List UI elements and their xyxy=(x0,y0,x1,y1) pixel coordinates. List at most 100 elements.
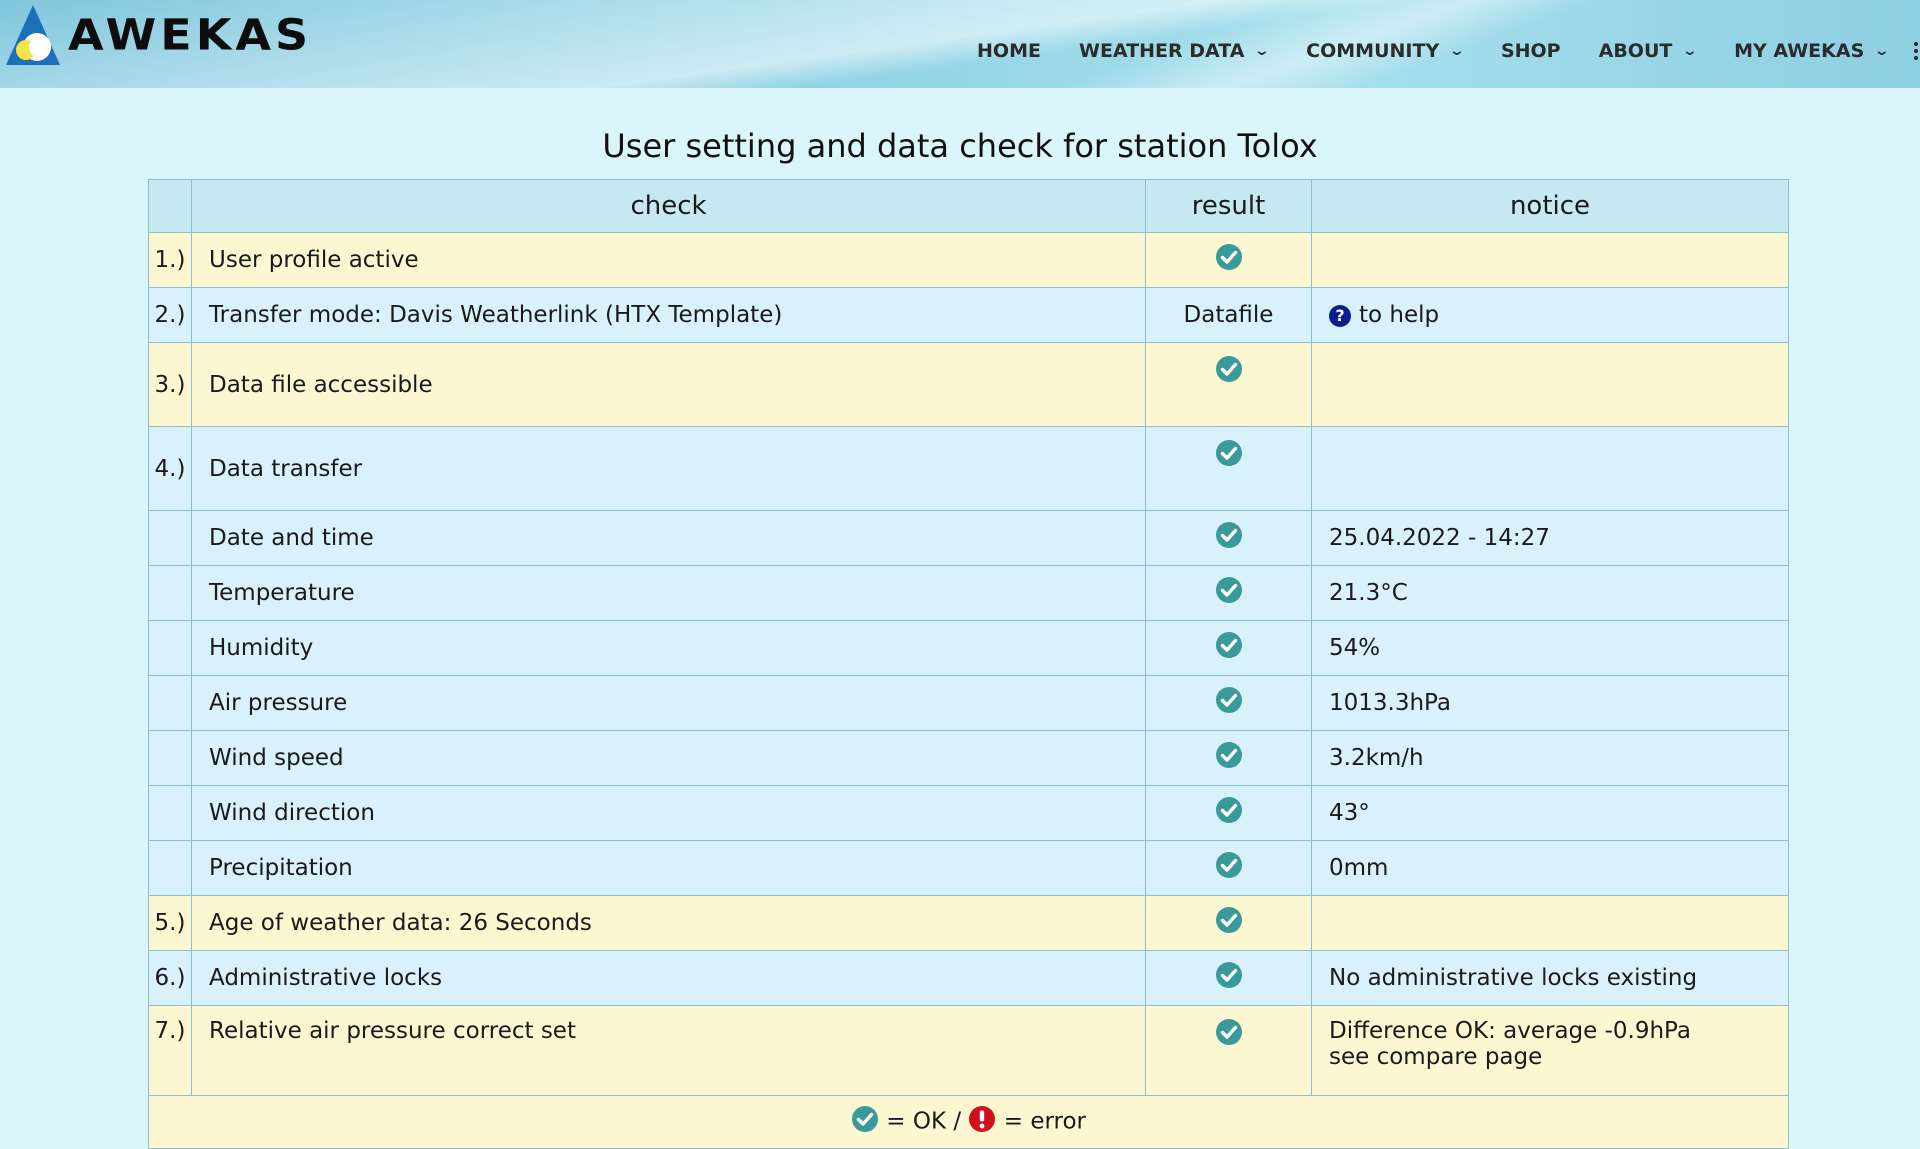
chevron-down-icon: ⌄ xyxy=(1448,43,1466,59)
row-number xyxy=(148,840,192,896)
site-header: AWEKAS HOME WEATHER DATA ⌄ COMMUNITY ⌄ S… xyxy=(0,0,1920,88)
row-number xyxy=(148,785,192,841)
table-row: Precipitation 0mm xyxy=(148,840,1789,896)
row-result xyxy=(1145,426,1312,511)
row-check: Age of weather data: 26 Seconds xyxy=(191,895,1146,951)
row-number: 3.) xyxy=(148,342,192,427)
row-number: 4.) xyxy=(148,426,192,511)
nav-shop[interactable]: SHOP xyxy=(1501,40,1561,62)
row-check: Air pressure xyxy=(191,675,1146,731)
check-ok-icon xyxy=(1215,355,1243,389)
row-result xyxy=(1145,785,1312,841)
help-link[interactable]: to help xyxy=(1359,302,1439,328)
row-notice xyxy=(1311,232,1789,288)
row-number: 2.) xyxy=(148,287,192,343)
header-result: result xyxy=(1145,179,1312,233)
nav-shop-label: SHOP xyxy=(1500,40,1561,62)
compare-page-link[interactable]: see compare page xyxy=(1329,1044,1788,1070)
logo-text: AWEKAS xyxy=(68,10,313,60)
awekas-logo[interactable]: AWEKAS xyxy=(4,0,324,70)
row-number: 6.) xyxy=(148,950,192,1006)
page-title: User setting and data check for station … xyxy=(602,127,1318,165)
row-result xyxy=(1145,620,1312,676)
row-number xyxy=(148,565,192,621)
row-check: Wind direction xyxy=(191,785,1146,841)
check-ok-icon xyxy=(1215,906,1243,940)
row-notice: 25.04.2022 - 14:27 xyxy=(1311,510,1789,566)
row-result xyxy=(1145,342,1312,427)
check-ok-icon xyxy=(1215,851,1243,885)
help-icon[interactable]: ? xyxy=(1329,304,1351,327)
check-ok-icon xyxy=(1215,576,1243,610)
table-row: 5.) Age of weather data: 26 Seconds xyxy=(148,895,1789,951)
row-result xyxy=(1145,1005,1312,1096)
row-number: 5.) xyxy=(148,895,192,951)
nav-my-awekas[interactable]: MY AWEKAS ⌄ xyxy=(1734,40,1891,62)
row-result xyxy=(1145,895,1312,951)
row-notice xyxy=(1311,895,1789,951)
row-check: Wind speed xyxy=(191,730,1146,786)
row-check: Date and time xyxy=(191,510,1146,566)
row-notice: 21.3°C xyxy=(1311,565,1789,621)
check-ok-icon xyxy=(1215,1018,1243,1052)
row-check: Data transfer xyxy=(191,426,1146,511)
nav-community-label: COMMUNITY xyxy=(1306,40,1440,62)
pressure-difference-text: Difference OK: average -0.9hPa xyxy=(1329,1018,1691,1044)
row-notice: Difference OK: average -0.9hPa see compa… xyxy=(1311,1005,1789,1096)
header-check: check xyxy=(191,179,1146,233)
row-number: 1.) xyxy=(148,232,192,288)
row-number xyxy=(148,730,192,786)
row-check: Administrative locks xyxy=(191,950,1146,1006)
check-ok-icon xyxy=(1215,521,1243,555)
row-notice: 3.2km/h xyxy=(1311,730,1789,786)
row-check: Transfer mode: Davis Weatherlink (HTX Te… xyxy=(191,287,1146,343)
main-nav: HOME WEATHER DATA ⌄ COMMUNITY ⌄ SHOP ABO… xyxy=(939,40,1920,62)
station-check-table: check result notice 1.) User profile act… xyxy=(148,179,1789,1149)
table-row: Humidity 54% xyxy=(148,620,1789,676)
row-check: Precipitation xyxy=(191,840,1146,896)
row-notice xyxy=(1311,426,1789,511)
more-menu-icon[interactable] xyxy=(1914,42,1920,60)
nav-about-label: ABOUT xyxy=(1598,40,1673,62)
row-result xyxy=(1145,840,1312,896)
check-ok-icon xyxy=(1215,741,1243,775)
legend-error-text: = error xyxy=(1003,1108,1087,1135)
table-row: Date and time 25.04.2022 - 14:27 xyxy=(148,510,1789,566)
logo-mark-icon xyxy=(6,5,60,65)
nav-home[interactable]: HOME xyxy=(977,40,1041,62)
table-row: Temperature 21.3°C xyxy=(148,565,1789,621)
error-icon xyxy=(968,1105,996,1139)
check-ok-icon xyxy=(1215,961,1243,995)
row-result xyxy=(1145,730,1312,786)
chevron-down-icon: ⌄ xyxy=(1873,43,1891,59)
chevron-down-icon: ⌄ xyxy=(1254,43,1271,59)
check-ok-icon xyxy=(1215,631,1243,665)
nav-weather-data[interactable]: WEATHER DATA ⌄ xyxy=(1078,40,1271,62)
nav-about[interactable]: ABOUT ⌄ xyxy=(1598,40,1699,62)
chevron-down-icon: ⌄ xyxy=(1681,43,1699,59)
table-row: Wind speed 3.2km/h xyxy=(148,730,1789,786)
row-check: Temperature xyxy=(191,565,1146,621)
row-number xyxy=(148,510,192,566)
nav-my-awekas-label: MY AWEKAS xyxy=(1734,40,1865,62)
table-row: 7.) Relative air pressure correct set Di… xyxy=(148,1005,1789,1096)
check-ok-icon xyxy=(1215,439,1243,473)
table-header-row: check result notice xyxy=(148,179,1789,233)
table-row: 4.) Data transfer xyxy=(148,426,1789,511)
check-ok-icon xyxy=(1215,686,1243,720)
row-result xyxy=(1145,675,1312,731)
row-check: User profile active xyxy=(191,232,1146,288)
nav-community[interactable]: COMMUNITY ⌄ xyxy=(1306,40,1466,62)
table-row: 1.) User profile active xyxy=(148,232,1789,288)
check-ok-icon xyxy=(1215,796,1243,830)
table-row: 2.) Transfer mode: Davis Weatherlink (HT… xyxy=(148,287,1789,343)
check-ok-icon xyxy=(851,1105,879,1139)
row-check: Data file accessible xyxy=(191,342,1146,427)
table-row: 6.) Administrative locks No administrati… xyxy=(148,950,1789,1006)
nav-weather-data-label: WEATHER DATA xyxy=(1078,40,1245,62)
row-notice xyxy=(1311,342,1789,427)
header-notice: notice xyxy=(1311,179,1789,233)
row-check: Humidity xyxy=(191,620,1146,676)
row-notice: 54% xyxy=(1311,620,1789,676)
row-notice: ? to help xyxy=(1311,287,1789,343)
